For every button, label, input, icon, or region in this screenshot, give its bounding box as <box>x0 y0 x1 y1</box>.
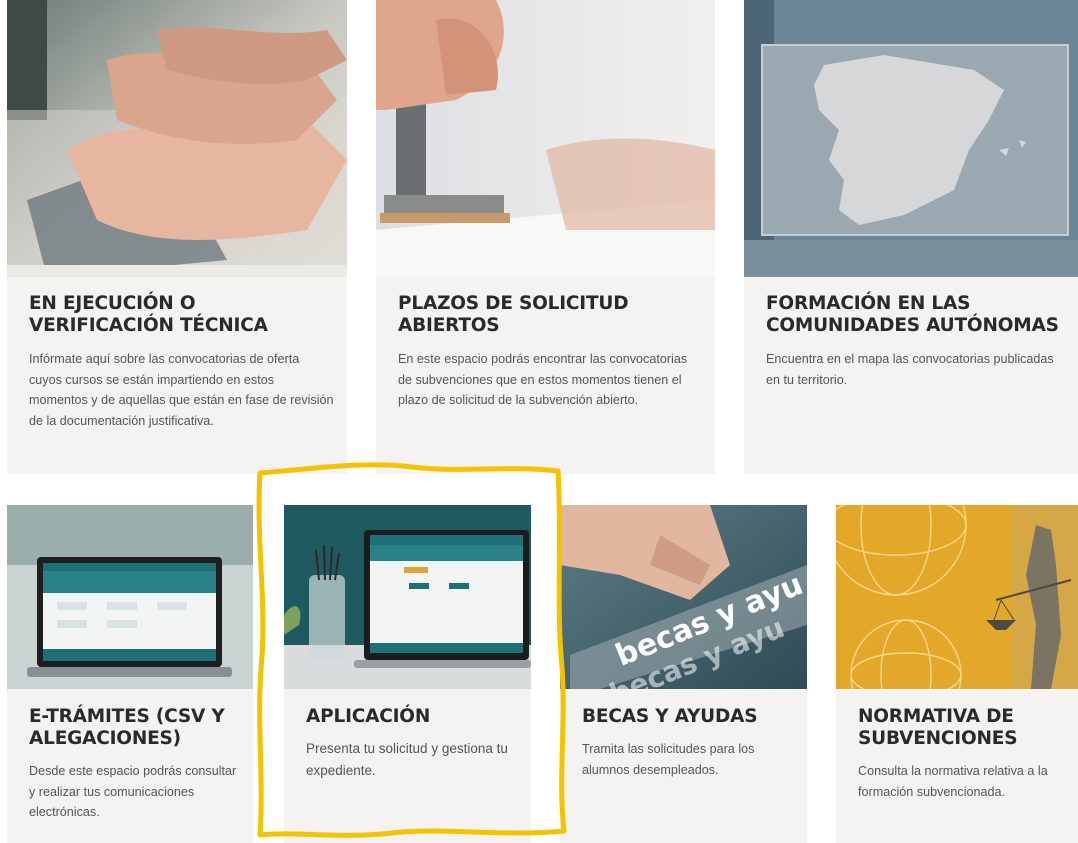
card-image-laptop <box>7 505 253 689</box>
card-plazos-solicitud[interactable]: PLAZOS DE SOLICITUD ABIERTOS En este esp… <box>376 0 715 474</box>
card-becas-ayudas[interactable]: becas y ayu becas y ayu BECAS Y AYUDAS T… <box>560 505 807 843</box>
card-image-tablet: becas y ayu becas y ayu <box>560 505 807 689</box>
card-title: E-TRÁMITES (CSV Y ALEGACIONES) <box>29 706 225 749</box>
card-en-ejecucion[interactable]: EN EJECUCIÓN O VERIFICACIÓN TÉCNICA Infó… <box>7 0 347 474</box>
card-image-map <box>744 0 1078 277</box>
card-title: FORMACIÓN EN LAS COMUNIDADES AUTÓNOMAS <box>766 293 1059 336</box>
card-title: EN EJECUCIÓN O VERIFICACIÓN TÉCNICA <box>29 293 268 336</box>
card-normativa[interactable]: NORMATIVA DE SUBVENCIONES Consulta la no… <box>836 505 1078 843</box>
card-title: NORMATIVA DE SUBVENCIONES <box>858 706 1018 749</box>
card-description: Desde este espacio podrás consultar y re… <box>29 764 237 819</box>
card-image-typing <box>7 0 347 277</box>
card-formacion-ccaa[interactable]: FORMACIÓN EN LAS COMUNIDADES AUTÓNOMAS E… <box>744 0 1078 474</box>
card-description: Tramita las solicitudes para los alumnos… <box>582 742 755 777</box>
card-image-stamp <box>376 0 715 277</box>
card-image-justice <box>836 505 1078 689</box>
card-description: Consulta la normativa relativa a la form… <box>858 764 1048 799</box>
card-description: En este espacio podrás encontrar las con… <box>398 352 688 407</box>
card-title: APLICACIÓN <box>306 706 431 727</box>
card-e-tramites[interactable]: E-TRÁMITES (CSV Y ALEGACIONES) Desde est… <box>7 505 253 843</box>
card-description: Infórmate aquí sobre las convocatorias d… <box>29 352 334 428</box>
card-title: PLAZOS DE SOLICITUD ABIERTOS <box>398 293 629 336</box>
card-image-laptop-desk <box>284 505 531 689</box>
card-description: Encuentra en el mapa las convocatorias p… <box>766 352 1054 387</box>
card-aplicacion[interactable]: APLICACIÓN Presenta tu solicitud y gesti… <box>284 505 531 843</box>
card-description: Presenta tu solicitud y gestiona tu expe… <box>306 741 508 778</box>
card-title: BECAS Y AYUDAS <box>582 706 758 727</box>
